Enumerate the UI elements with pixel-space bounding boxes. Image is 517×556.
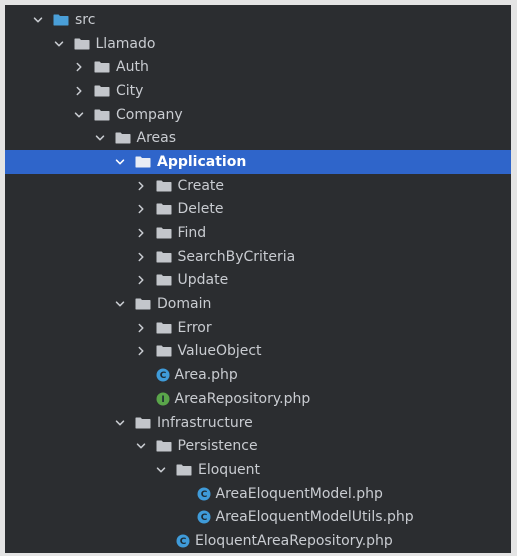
tree-item-label: AreaEloquentModelUtils.php — [215, 509, 414, 526]
folder-icon — [176, 464, 192, 476]
screenshot-frame: src Llamado Auth City Company Areas Applicatio… — [0, 0, 517, 556]
folder-icon — [156, 345, 172, 357]
svg-text:I: I — [161, 395, 164, 405]
folder-icon — [156, 440, 172, 452]
tree-folder-item[interactable]: ValueObject — [5, 340, 511, 364]
chevron-right-icon[interactable] — [135, 180, 147, 192]
tree-file-item[interactable]: I AreaRepository.php — [5, 387, 511, 411]
project-tree: src Llamado Auth City Company Areas Applicatio… — [5, 5, 511, 553]
chevron-down-icon[interactable] — [114, 417, 126, 429]
tree-folder-item[interactable]: Auth — [5, 55, 511, 79]
folder-icon — [135, 417, 151, 429]
tree-item-label: Find — [177, 225, 207, 242]
tree-folder-item[interactable]: Application — [5, 150, 511, 174]
php-class-icon: C — [197, 510, 211, 524]
tree-item-label: Area.php — [174, 367, 238, 384]
tree-folder-item[interactable]: Domain — [5, 292, 511, 316]
tree-item-label: Areas — [136, 130, 177, 147]
chevron-right-icon[interactable] — [135, 203, 147, 215]
tree-item-label: Delete — [177, 201, 224, 218]
chevron-right-icon[interactable] — [73, 61, 85, 73]
chevron-down-icon[interactable] — [73, 109, 85, 121]
folder-icon — [156, 180, 172, 192]
folder-icon — [156, 322, 172, 334]
tree-folder-item[interactable]: Areas — [5, 126, 511, 150]
tree-item-label: AreaRepository.php — [174, 390, 311, 407]
svg-text:C: C — [180, 537, 187, 547]
svg-text:C: C — [159, 371, 166, 381]
folder-icon — [94, 109, 110, 121]
svg-text:C: C — [200, 490, 207, 500]
chevron-down-icon[interactable] — [135, 440, 147, 452]
folder-icon — [156, 274, 172, 286]
chevron-down-icon[interactable] — [114, 298, 126, 310]
chevron-down-icon[interactable] — [32, 14, 44, 26]
folder-icon — [115, 132, 131, 144]
tree-item-label: Domain — [157, 296, 212, 313]
chevron-right-icon[interactable] — [135, 251, 147, 263]
source-folder-icon — [53, 14, 69, 26]
tree-folder-item[interactable]: Error — [5, 316, 511, 340]
tree-folder-item[interactable]: Update — [5, 269, 511, 293]
tree-item-label: Create — [177, 177, 225, 194]
tree-folder-item[interactable]: Company — [5, 103, 511, 127]
folder-icon — [74, 38, 90, 50]
project-tool-window: src Llamado Auth City Company Areas Applicatio… — [5, 5, 511, 553]
tree-item-label: Update — [177, 272, 229, 289]
chevron-down-icon[interactable] — [53, 38, 65, 50]
tree-file-item[interactable]: C EloquentAreaRepository.php — [5, 529, 511, 553]
tree-item-label: Eloquent — [198, 461, 261, 478]
tree-folder-item[interactable]: Infrastructure — [5, 411, 511, 435]
chevron-right-icon[interactable] — [135, 274, 147, 286]
chevron-down-icon[interactable] — [94, 132, 106, 144]
tree-folder-item[interactable]: src — [5, 8, 511, 32]
tree-folder-item[interactable]: Delete — [5, 198, 511, 222]
tree-item-label: Llamado — [95, 35, 156, 52]
tree-item-label: Company — [116, 106, 183, 123]
tree-file-item[interactable]: C AreaEloquentModelUtils.php — [5, 505, 511, 529]
tree-item-label: Auth — [116, 59, 149, 76]
svg-text:C: C — [200, 513, 207, 523]
tree-folder-item[interactable]: Llamado — [5, 32, 511, 56]
folder-icon — [156, 203, 172, 215]
chevron-right-icon[interactable] — [135, 322, 147, 334]
php-class-icon: C — [176, 534, 190, 548]
folder-icon — [156, 227, 172, 239]
folder-icon — [156, 251, 172, 263]
tree-folder-item[interactable]: SearchByCriteria — [5, 245, 511, 269]
tree-folder-item[interactable]: Create — [5, 174, 511, 198]
php-interface-icon: I — [156, 392, 170, 406]
tree-item-label: Persistence — [177, 438, 258, 455]
tree-item-label: Error — [177, 319, 212, 336]
chevron-down-icon[interactable] — [155, 464, 167, 476]
tree-item-label: src — [75, 11, 96, 28]
chevron-down-icon[interactable] — [114, 156, 126, 168]
folder-icon — [135, 156, 151, 168]
tree-item-label: Application — [157, 153, 247, 170]
tree-item-label: EloquentAreaRepository.php — [195, 532, 393, 549]
tree-item-label: SearchByCriteria — [177, 248, 296, 265]
php-class-icon: C — [197, 487, 211, 501]
tree-item-label: AreaEloquentModel.php — [215, 485, 383, 502]
chevron-right-icon[interactable] — [73, 85, 85, 97]
php-class-icon: C — [156, 368, 170, 382]
tree-folder-item[interactable]: Eloquent — [5, 458, 511, 482]
tree-folder-item[interactable]: Find — [5, 221, 511, 245]
tree-item-label: Infrastructure — [157, 414, 253, 431]
folder-icon — [94, 61, 110, 73]
tree-folder-item[interactable]: Persistence — [5, 434, 511, 458]
tree-folder-item[interactable]: City — [5, 79, 511, 103]
folder-icon — [135, 298, 151, 310]
tree-file-item[interactable]: C Area.php — [5, 363, 511, 387]
tree-item-label: ValueObject — [177, 343, 262, 360]
folder-icon — [94, 85, 110, 97]
tree-file-item[interactable]: C AreaEloquentModel.php — [5, 482, 511, 506]
tree-item-label: City — [116, 82, 144, 99]
chevron-right-icon[interactable] — [135, 345, 147, 357]
chevron-right-icon[interactable] — [135, 227, 147, 239]
